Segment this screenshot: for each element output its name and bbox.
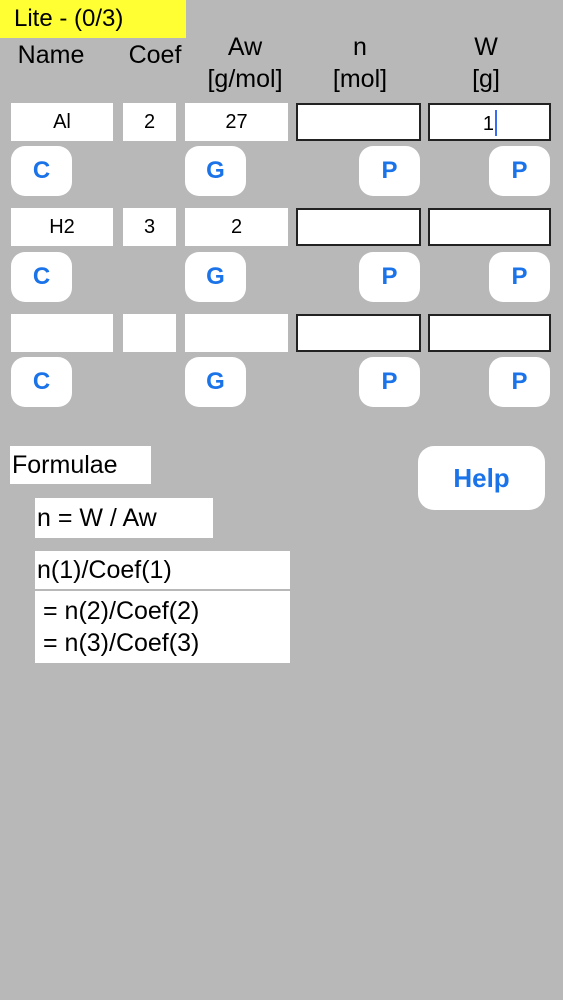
- row1-n-p-button[interactable]: P: [359, 146, 420, 196]
- row3-coef-field[interactable]: [123, 314, 176, 352]
- row2-name-field[interactable]: H2: [11, 208, 113, 246]
- formulae-label: Formulae: [10, 446, 151, 484]
- row3-aw-field[interactable]: [185, 314, 288, 352]
- row2-w-field[interactable]: [428, 208, 551, 246]
- header-aw-unit: [g/mol]: [207, 65, 283, 93]
- row3-name-field[interactable]: [11, 314, 113, 352]
- formula-ratio-second: = n(2)/Coef(2): [43, 597, 200, 625]
- row2-aw-field[interactable]: 2: [185, 208, 288, 246]
- row1-g-button[interactable]: G: [185, 146, 246, 196]
- row3-w-field[interactable]: [428, 314, 551, 352]
- row2-n-field[interactable]: [296, 208, 421, 246]
- header-coef: Coef: [128, 41, 182, 69]
- formula-moles: n = W / Aw: [35, 498, 213, 538]
- app-title-badge: Lite - (0/3): [0, 0, 186, 38]
- row1-w-value: 1: [482, 113, 494, 135]
- row2-coef-field[interactable]: 3: [123, 208, 176, 246]
- row1-w-p-button[interactable]: P: [489, 146, 550, 196]
- row2-c-button[interactable]: C: [11, 252, 72, 302]
- help-button[interactable]: Help: [418, 446, 545, 510]
- row3-w-p-button[interactable]: P: [489, 357, 550, 407]
- row1-coef-field[interactable]: 2: [123, 103, 176, 141]
- header-n: n: [353, 33, 367, 61]
- header-w-unit: [g]: [472, 65, 500, 93]
- row1-c-button[interactable]: C: [11, 146, 72, 196]
- row3-n-p-button[interactable]: P: [359, 357, 420, 407]
- row3-c-button[interactable]: C: [11, 357, 72, 407]
- row3-g-button[interactable]: G: [185, 357, 246, 407]
- row2-w-p-button[interactable]: P: [489, 252, 550, 302]
- header-w: W: [474, 33, 498, 61]
- row1-n-field[interactable]: [296, 103, 421, 141]
- row2-g-button[interactable]: G: [185, 252, 246, 302]
- formula-ratio-first: n(1)/Coef(1): [35, 551, 290, 589]
- header-n-unit: [mol]: [332, 65, 388, 93]
- header-name: Name: [17, 41, 85, 69]
- header-aw: Aw: [227, 33, 263, 61]
- row1-w-field[interactable]: 1: [428, 103, 551, 141]
- text-cursor: [495, 109, 497, 136]
- row1-name-field[interactable]: Al: [11, 103, 113, 141]
- formula-ratio-third: = n(3)/Coef(3): [43, 629, 200, 657]
- row1-aw-field[interactable]: 27: [185, 103, 288, 141]
- row3-n-field[interactable]: [296, 314, 421, 352]
- row2-n-p-button[interactable]: P: [359, 252, 420, 302]
- formula-ratio-rest: = n(2)/Coef(2) = n(3)/Coef(3): [35, 591, 290, 663]
